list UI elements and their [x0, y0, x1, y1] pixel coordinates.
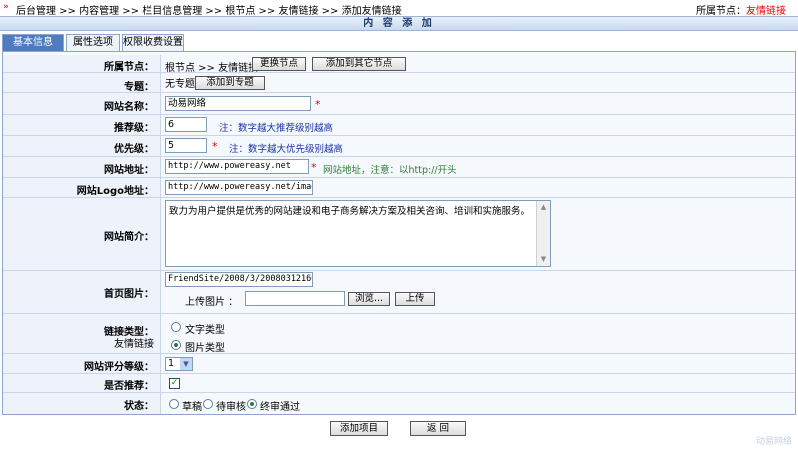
bottom-button-bar: 添加项目 返 回	[0, 417, 798, 439]
chevron-down-icon[interactable]: ▼	[180, 358, 192, 370]
home-image-path-input[interactable]: FriendSite/2008/3/200803121600	[165, 272, 313, 287]
site-name-input[interactable]: 动易网络	[165, 96, 311, 111]
tab-permission-settings[interactable]: 权限收费设置	[122, 34, 184, 51]
row-link-type: 链接类型： 友情链接 文字类型 图片类型	[3, 314, 795, 354]
site-url-label: 网站地址：	[3, 157, 161, 177]
status-label: 状态：	[3, 393, 161, 414]
upload-button[interactable]: 上传	[395, 292, 435, 306]
intro-label: 网站简介：	[3, 198, 161, 270]
link-type-label: 链接类型： 友情链接	[3, 314, 161, 353]
link-type-image-radio[interactable]	[171, 340, 181, 350]
site-name-label: 网站名称：	[3, 93, 161, 114]
recommend-level-note: 注：数字越大推荐级别越高	[219, 123, 334, 134]
rating-select[interactable]: 1 ▼	[165, 357, 193, 371]
status-approved-label: 终审通过	[260, 402, 300, 413]
rating-value: 1	[168, 358, 175, 369]
row-priority: 优先级： 5 * 注：数字越大优先级别越高	[3, 136, 795, 157]
content-form: 所属节点： 根节点 >> 友情链接 更换节点 添加到其它节点 专题： 无专题 添…	[2, 51, 796, 415]
scroll-down-icon[interactable]: ▼	[538, 254, 549, 265]
upload-file-input[interactable]	[245, 291, 345, 306]
status-draft-label: 草稿	[182, 402, 202, 413]
intro-text: 致力为用户提供是优秀的网站建设和电子商务解决方案及相关咨询、培训和实施服务。	[169, 206, 531, 217]
logo-url-label: 网站Logo地址：	[3, 178, 161, 197]
status-approved-radio[interactable]	[247, 399, 257, 409]
current-node-indicator: 所属节点：友情链接	[696, 2, 786, 17]
required-star: *	[315, 98, 321, 111]
row-intro: 网站简介： 致力为用户提供是优秀的网站建设和电子商务解决方案及相关咨询、培训和实…	[3, 198, 795, 271]
row-status: 状态： 草稿 待审核 终审通过	[3, 393, 795, 414]
recommended-checkbox[interactable]: ✓	[169, 378, 180, 389]
topic-value: 无专题	[165, 79, 195, 90]
node-value: 根节点 >> 友情链接	[165, 63, 259, 74]
priority-input[interactable]: 5	[165, 138, 207, 153]
tab-attribute-options[interactable]: 属性选项	[66, 34, 120, 51]
site-url-input[interactable]: http://www.powereasy.net	[165, 159, 309, 174]
link-type-text-label: 文字类型	[185, 325, 225, 336]
row-recommend-level: 推荐级： 6 注：数字越大推荐级别越高	[3, 115, 795, 136]
required-star: *	[311, 161, 317, 174]
row-logo-url: 网站Logo地址： http://www.powereasy.net/image…	[3, 178, 795, 198]
breadcrumb: 后台管理 >> 内容管理 >> 栏目信息管理 >> 根节点 >> 友情链接 >>…	[16, 6, 402, 17]
page-title: 内 容 添 加	[0, 16, 798, 31]
change-node-button[interactable]: 更换节点	[252, 57, 306, 71]
browse-button[interactable]: 浏览...	[348, 292, 390, 306]
priority-note: 注：数字越大优先级别越高	[229, 144, 344, 155]
priority-label: 优先级：	[3, 136, 161, 156]
scroll-up-icon[interactable]: ▲	[538, 202, 549, 213]
row-site-url: 网站地址： http://www.powereasy.net * 网站地址，注意…	[3, 157, 795, 178]
status-pending-radio[interactable]	[203, 399, 213, 409]
recommend-level-label: 推荐级：	[3, 115, 161, 135]
rating-label: 网站评分等级：	[3, 354, 161, 373]
scrollbar[interactable]: ▲ ▼	[536, 201, 550, 266]
link-type-text-radio[interactable]	[171, 322, 181, 332]
add-to-topic-button[interactable]: 添加到专题	[195, 76, 265, 90]
recommend-level-input[interactable]: 6	[165, 117, 207, 132]
recommended-label: 是否推荐：	[3, 374, 161, 392]
tab-basic-info[interactable]: 基本信息	[2, 34, 64, 51]
row-topic: 专题： 无专题 添加到专题	[3, 73, 795, 93]
top-bar: » 后台管理 >> 内容管理 >> 栏目信息管理 >> 根节点 >> 友情链接 …	[0, 0, 798, 17]
row-rating: 网站评分等级： 1 ▼	[3, 354, 795, 374]
back-button[interactable]: 返 回	[410, 421, 466, 436]
row-recommended: 是否推荐： ✓	[3, 374, 795, 393]
site-url-note: 网站地址，注意：以http://开头	[323, 165, 457, 176]
upload-image-label: 上传图片 ：	[185, 297, 239, 308]
double-arrow-icon: »	[3, 2, 9, 12]
add-item-button[interactable]: 添加项目	[330, 421, 388, 436]
row-site-name: 网站名称： 动易网络 *	[3, 93, 795, 115]
home-image-label: 首页图片：	[3, 271, 161, 313]
status-pending-label: 待审核	[216, 402, 246, 413]
link-type-sublabel: 友情链接	[114, 339, 154, 350]
link-type-image-label: 图片类型	[185, 343, 225, 354]
logo-url-input[interactable]: http://www.powereasy.net/images/	[165, 180, 313, 195]
node-label: 所属节点：	[3, 55, 161, 73]
topic-label: 专题：	[3, 73, 161, 93]
intro-textarea[interactable]: 致力为用户提供是优秀的网站建设和电子商务解决方案及相关咨询、培训和实施服务。 ▲…	[165, 200, 551, 267]
watermark-logo: 动易网络	[755, 437, 792, 447]
status-draft-radio[interactable]	[169, 399, 179, 409]
add-to-other-node-button[interactable]: 添加到其它节点	[312, 57, 406, 71]
row-home-image: 首页图片： FriendSite/2008/3/200803121600 上传图…	[3, 271, 795, 314]
required-star: *	[212, 140, 218, 153]
row-node: 所属节点： 根节点 >> 友情链接 更换节点 添加到其它节点	[3, 55, 795, 74]
